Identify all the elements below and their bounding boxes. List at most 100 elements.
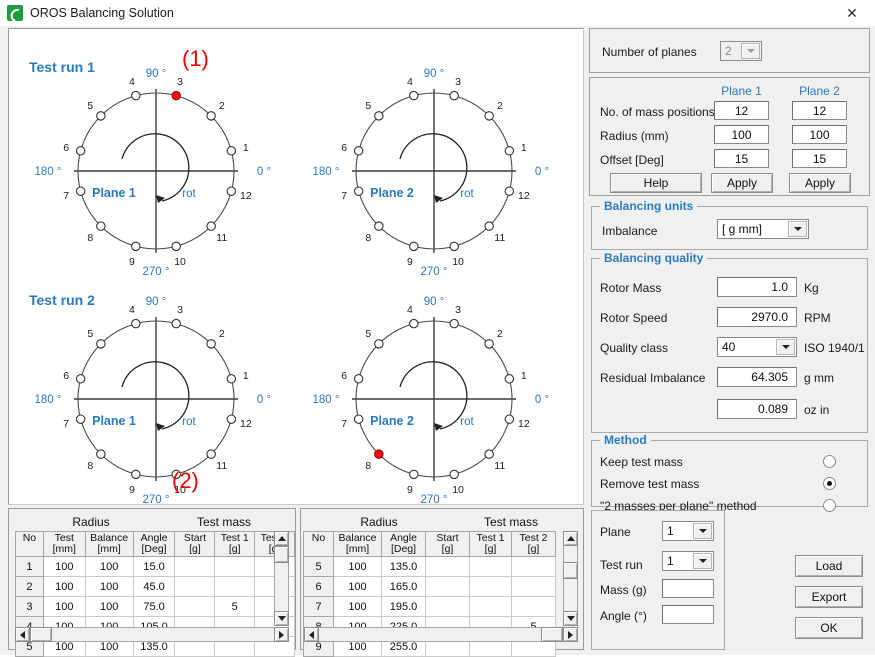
cell-test1[interactable] — [469, 556, 512, 577]
row-number-cell[interactable]: 5 — [303, 556, 334, 577]
cell-angle[interactable]: 195.0 — [381, 596, 426, 617]
rotor-mass-input[interactable]: 1.0 — [717, 277, 797, 297]
row-number-cell[interactable]: 1 — [15, 556, 44, 577]
cell-balance[interactable]: 100 — [84, 576, 134, 597]
right-table-hscroll-thumb[interactable] — [541, 627, 563, 642]
right-table-vscrollbar[interactable] — [563, 531, 578, 626]
residual-imbalance-ozin-input[interactable]: 0.089 — [717, 399, 797, 419]
scroll-down-icon[interactable] — [274, 611, 289, 626]
cell-test2[interactable] — [511, 576, 556, 597]
cell-start[interactable] — [425, 556, 470, 577]
cell-test1[interactable] — [214, 556, 256, 577]
cell-balance[interactable]: 100 — [84, 556, 134, 577]
table-row[interactable]: 5 100 135.0 — [303, 556, 556, 577]
rotor-plot-run1-plane1[interactable]: 90 °270 °0 °180 °Plane 1 rot123456789 1011… — [19, 59, 294, 284]
test-run-select[interactable]: 1 — [662, 551, 714, 571]
row-number-cell[interactable]: 7 — [303, 596, 334, 617]
column-header-test[interactable]: Test [mm] — [42, 531, 86, 557]
apply-plane2-button[interactable]: Apply — [789, 173, 851, 193]
cell-start[interactable] — [174, 596, 216, 617]
scroll-up-icon[interactable] — [563, 531, 578, 546]
chevron-down-icon[interactable] — [693, 553, 712, 569]
angle-input[interactable] — [662, 605, 714, 624]
offset-plane1-input[interactable]: 15 — [714, 149, 769, 168]
help-button[interactable]: Help — [610, 173, 702, 193]
number-of-planes-select[interactable]: 2 — [720, 41, 762, 61]
cell-balance[interactable]: 100 — [333, 576, 382, 597]
table-row[interactable]: 2 100 100 45.0 — [15, 576, 295, 597]
radius-plane1-input[interactable]: 100 — [714, 125, 769, 144]
rotor-plot-run1-plane2[interactable]: 90 °270 °0 °180 °Plane 2 rot123456789 1011… — [297, 59, 572, 284]
scroll-down-icon[interactable] — [563, 611, 578, 626]
column-header-angle[interactable]: Angle [Deg] — [381, 531, 426, 557]
column-header-no[interactable]: No — [303, 531, 334, 557]
chevron-down-icon[interactable] — [776, 339, 795, 355]
export-button[interactable]: Export — [795, 586, 863, 608]
chevron-down-icon[interactable] — [788, 221, 807, 237]
method-option-remove-radio[interactable] — [823, 477, 836, 490]
left-table-hscrollbar[interactable] — [15, 627, 289, 642]
left-table-vscroll-thumb[interactable] — [274, 546, 289, 563]
right-table-hscrollbar[interactable] — [304, 627, 578, 642]
radius-plane2-input[interactable]: 100 — [792, 125, 847, 144]
right-table-vscroll-thumb[interactable] — [563, 562, 578, 579]
cell-angle[interactable]: 15.0 — [132, 556, 176, 577]
column-header-start[interactable]: Start [g] — [174, 531, 216, 557]
column-header-test-1[interactable]: Test 1 [g] — [469, 531, 512, 557]
rotor-speed-input[interactable]: 2970.0 — [717, 307, 797, 327]
cell-angle[interactable]: 75.0 — [132, 596, 176, 617]
scroll-right-icon[interactable] — [563, 627, 578, 642]
rotor-plot-run2-plane2[interactable]: 90 °270 °0 °180 °Plane 2 rot123456789 1011… — [297, 287, 572, 512]
cell-start[interactable] — [425, 596, 470, 617]
column-header-balance[interactable]: Balance [mm] — [84, 531, 134, 557]
left-table-vscrollbar[interactable] — [274, 531, 289, 626]
row-number-cell[interactable]: 2 — [15, 576, 44, 597]
cell-angle[interactable]: 165.0 — [381, 576, 426, 597]
table-row[interactable]: 3 100 100 75.0 5 — [15, 596, 295, 617]
cell-balance[interactable]: 100 — [84, 596, 134, 617]
mass-positions-plane1-input[interactable]: 12 — [714, 101, 769, 120]
row-number-cell[interactable]: 3 — [15, 596, 44, 617]
table-row[interactable]: 6 100 165.0 — [303, 576, 556, 597]
cell-start[interactable] — [425, 576, 470, 597]
cell-balance[interactable]: 100 — [333, 596, 382, 617]
cell-test1[interactable]: 5 — [214, 596, 256, 617]
scroll-left-icon[interactable] — [304, 627, 319, 642]
cell-start[interactable] — [174, 556, 216, 577]
cell-test[interactable]: 100 — [42, 596, 86, 617]
cell-test1[interactable] — [469, 576, 512, 597]
cell-test[interactable]: 100 — [42, 556, 86, 577]
cell-test2[interactable] — [511, 596, 556, 617]
close-icon[interactable]: ✕ — [829, 0, 875, 26]
column-header-test-1[interactable]: Test 1 [g] — [214, 531, 256, 557]
residual-imbalance-gmm-input[interactable]: 64.305 — [717, 367, 797, 387]
scroll-left-icon[interactable] — [15, 627, 30, 642]
chevron-down-icon[interactable] — [693, 523, 712, 539]
column-header-no[interactable]: No — [15, 531, 44, 557]
imbalance-unit-select[interactable]: [ g mm] — [717, 219, 809, 239]
table-row[interactable]: 7 100 195.0 — [303, 596, 556, 617]
column-header-start[interactable]: Start [g] — [425, 531, 470, 557]
column-header-test-2[interactable]: Test 2[g] — [511, 531, 556, 557]
quality-class-select[interactable]: 40 — [717, 337, 797, 357]
cell-test2[interactable] — [511, 556, 556, 577]
cell-test1[interactable] — [214, 576, 256, 597]
cell-test[interactable]: 100 — [42, 576, 86, 597]
method-option-keep-radio[interactable] — [823, 455, 836, 468]
mass-input[interactable] — [662, 579, 714, 598]
ok-button[interactable]: OK — [795, 617, 863, 639]
cell-start[interactable] — [174, 576, 216, 597]
apply-plane1-button[interactable]: Apply — [711, 173, 773, 193]
table-row[interactable]: 1 100 100 15.0 — [15, 556, 295, 577]
cell-angle[interactable]: 135.0 — [381, 556, 426, 577]
method-option-two-masses-radio[interactable] — [823, 499, 836, 512]
mass-positions-plane2-input[interactable]: 12 — [792, 101, 847, 120]
cell-test1[interactable] — [469, 596, 512, 617]
chevron-down-icon[interactable] — [741, 43, 760, 59]
row-number-cell[interactable]: 6 — [303, 576, 334, 597]
column-header-balance[interactable]: Balance [mm] — [333, 531, 382, 557]
cell-angle[interactable]: 45.0 — [132, 576, 176, 597]
offset-plane2-input[interactable]: 15 — [792, 149, 847, 168]
cell-balance[interactable]: 100 — [333, 556, 382, 577]
scroll-up-icon[interactable] — [274, 531, 289, 546]
